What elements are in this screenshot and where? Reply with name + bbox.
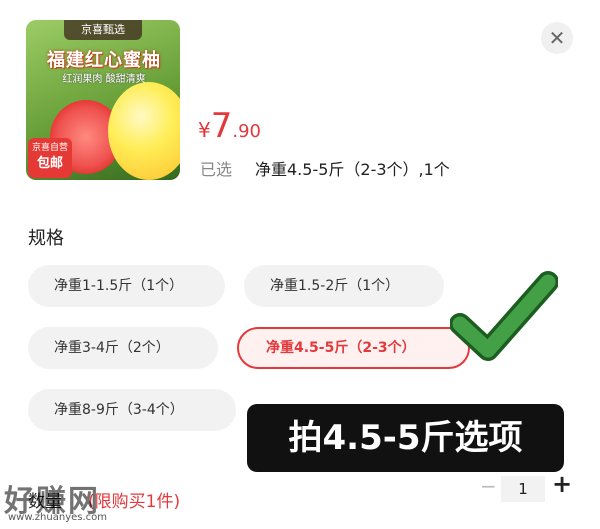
shipping-badge: 京喜自营 包邮	[28, 138, 72, 178]
pomelo-whole-graphic	[108, 82, 180, 180]
watermark-url: www.zhuanyes.com	[8, 512, 108, 523]
quantity-plus-button[interactable]: +	[552, 470, 572, 498]
spec-option-5[interactable]: 净重8-9斤（3-4个）	[28, 389, 236, 431]
watermark: 好赚网 www.zhuanyes.com	[4, 476, 204, 528]
price: ¥7.90	[198, 106, 261, 146]
image-title: 福建红心蜜柚	[47, 50, 161, 71]
badge-line2: 包邮	[36, 156, 63, 171]
price-symbol: ¥	[198, 118, 211, 142]
spec-option-3[interactable]: 净重3-4斤（2个）	[28, 327, 218, 369]
price-integer: 7	[210, 106, 233, 146]
product-image: 京喜甄选 福建红心蜜柚 红润果肉 酸甜清爽 京喜自营 包邮	[26, 20, 180, 180]
selected-label: 已选	[200, 160, 233, 179]
checkmark-icon	[450, 271, 558, 361]
spec-section-title: 规格	[28, 228, 64, 249]
badge-line1: 京喜自营	[31, 143, 68, 153]
spec-selector-sheet: 京喜甄选 福建红心蜜柚 红润果肉 酸甜清爽 京喜自营 包邮 ¥7.90 已选 净…	[0, 0, 600, 529]
annotation-label: 拍4.5-5斤选项	[247, 404, 564, 472]
selected-value: 净重4.5-5斤（2-3个）,1个	[255, 160, 450, 179]
quantity-minus-button[interactable]: −	[480, 474, 497, 498]
close-button[interactable]: ✕	[541, 22, 573, 54]
spec-option-2[interactable]: 净重1.5-2斤（1个）	[244, 265, 444, 307]
spec-option-1[interactable]: 净重1-1.5斤（1个）	[28, 265, 225, 307]
image-tag: 京喜甄选	[64, 20, 142, 40]
quantity-input[interactable]: 1	[501, 476, 545, 502]
price-decimal: .90	[232, 121, 262, 142]
spec-option-4-selected[interactable]: 净重4.5-5斤（2-3个）	[237, 327, 470, 369]
close-icon: ✕	[548, 26, 566, 50]
